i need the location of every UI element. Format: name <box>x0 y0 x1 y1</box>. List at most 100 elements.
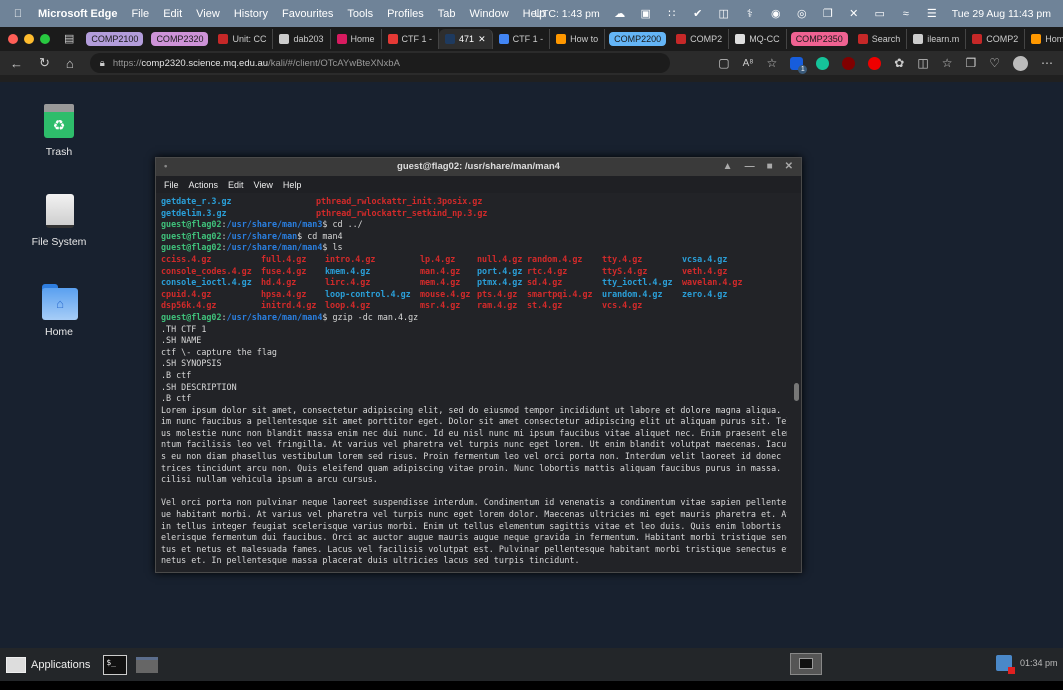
apple-icon[interactable]:  <box>12 8 24 20</box>
read-aloud-icon[interactable]: A⁸ <box>743 58 754 69</box>
extensions-icon[interactable]: ✿ <box>894 56 904 70</box>
layout-icon[interactable]: ◫ <box>718 8 730 20</box>
more-menu-icon[interactable]: ⋯ <box>1041 56 1053 70</box>
menubar-datetime[interactable]: Tue 29 Aug 11:43 pm <box>952 8 1051 20</box>
menubar-tab[interactable]: Tab <box>438 8 456 20</box>
ublock-extension-icon[interactable] <box>842 56 856 70</box>
shade-icon[interactable]: ▲ <box>723 158 733 176</box>
applications-menu-label[interactable]: Applications <box>31 659 90 671</box>
wifi-icon[interactable]: ≈ <box>900 8 912 20</box>
tab[interactable]: Search <box>852 29 908 49</box>
maximize-icon[interactable]: ■ <box>767 158 773 176</box>
tab-favicon-icon <box>556 34 567 44</box>
target-icon[interactable]: ◎ <box>796 8 808 20</box>
terminal-menu-actions[interactable]: Actions <box>189 180 219 190</box>
window-menu-icon[interactable]: • <box>164 158 167 176</box>
tab-group-chip[interactable]: COMP2350 <box>790 32 848 46</box>
tab[interactable]: Home P <box>1025 29 1063 49</box>
minimize-window-button[interactable] <box>24 34 34 44</box>
desktop-icon-home[interactable]: ⌂ Home <box>19 284 99 338</box>
menubar-history[interactable]: History <box>234 8 268 20</box>
favorite-star-icon[interactable]: ☆ <box>767 56 778 70</box>
file-manager-launcher-icon[interactable] <box>136 656 159 673</box>
terminal-output[interactable]: getdate_r.3.gz pthread_rwlockattr_init.3p… <box>161 196 787 568</box>
close-tab-icon[interactable]: ✕ <box>478 34 486 45</box>
lock-icon[interactable]: 🔒︎ <box>100 58 105 69</box>
terminal-scrollbar[interactable] <box>794 383 799 401</box>
windows-icon[interactable]: ❐ <box>822 8 834 20</box>
tab[interactable]: COMP2 <box>670 29 730 49</box>
applications-menu-icon[interactable] <box>6 656 26 673</box>
desktop-icon-file-system[interactable]: File System <box>19 194 99 248</box>
split-screen-icon[interactable]: ◫ <box>917 56 928 70</box>
ls-entry: pts.4.gz <box>477 288 518 299</box>
menubar-tools[interactable]: Tools <box>347 8 373 20</box>
utc-clock[interactable]: UTC: 1:43 pm <box>534 8 599 20</box>
terminal-line: getdate_r.3.gz pthread_rwlockattr_init.3p… <box>161 196 787 208</box>
ls-entry: veth.4.gz <box>682 265 728 276</box>
stethoscope-icon[interactable]: ⚕ <box>744 8 756 20</box>
menubar-window[interactable]: Window <box>470 8 509 20</box>
tab[interactable]: dab203 <box>273 29 331 49</box>
refresh-icon[interactable]: ↻ <box>39 55 50 71</box>
control-center-icon[interactable]: ☰ <box>926 8 938 20</box>
mute-icon[interactable]: ✕ <box>848 8 860 20</box>
youtube-extension-icon[interactable] <box>868 56 882 70</box>
desktop-icon-trash[interactable]: ♻ Trash <box>19 104 99 158</box>
minimize-icon[interactable]: — <box>745 158 755 176</box>
prompt-command: $ ls <box>322 242 343 253</box>
tab[interactable]: Home <box>331 29 382 49</box>
menubar-profiles[interactable]: Profiles <box>387 8 424 20</box>
collections-icon[interactable]: ❐ <box>965 56 976 70</box>
menubar-edit[interactable]: Edit <box>163 8 182 20</box>
zoom-window-button[interactable] <box>40 34 50 44</box>
close-icon[interactable]: ✕ <box>785 158 793 176</box>
terminal-prompt-line: guest@flag02:/usr/share/man$ cd man4 <box>161 231 787 243</box>
outlook-icon[interactable]: ▣ <box>640 8 652 20</box>
tab[interactable]: CTF 1 - <box>493 29 551 49</box>
terminal-menu-help[interactable]: Help <box>283 180 302 190</box>
check-circle-icon[interactable]: ✔ <box>692 8 704 20</box>
cloud-icon[interactable]: ☁ <box>614 8 626 20</box>
desktop-icon-label: File System <box>31 236 87 248</box>
profile-avatar[interactable] <box>1013 55 1028 71</box>
menubar-view[interactable]: View <box>196 8 220 20</box>
record-icon[interactable]: ◉ <box>770 8 782 20</box>
favorites-icon[interactable]: ☆ <box>942 56 953 70</box>
tab-group-chip[interactable]: COMP2320 <box>151 32 209 46</box>
terminal-menu-edit[interactable]: Edit <box>228 180 244 190</box>
tab-actions-icon[interactable]: ▤ <box>64 33 74 45</box>
grid-icon[interactable]: ∷ <box>666 8 678 20</box>
tab-group-chip[interactable]: COMP2100 <box>86 32 144 46</box>
home-icon[interactable]: ⌂ <box>66 56 74 71</box>
menubar-app-name[interactable]: Microsoft Edge <box>38 8 117 20</box>
url-scheme: https:// <box>112 57 142 69</box>
tab[interactable]: CTF 1 - <box>382 29 440 49</box>
network-disconnected-icon[interactable] <box>996 655 1015 674</box>
app-available-icon[interactable]: ▢ <box>718 56 729 70</box>
grammarly-extension-icon[interactable] <box>816 56 830 70</box>
browser-essentials-icon[interactable]: ♡ <box>989 56 1000 70</box>
tab[interactable]: COMP2 <box>966 29 1026 49</box>
taskbar-terminal-window-button[interactable] <box>790 653 822 675</box>
terminal-launcher-icon[interactable]: $_ <box>103 654 128 675</box>
tab[interactable]: MQ-CC <box>729 29 787 49</box>
terminal-menu-view[interactable]: View <box>254 180 273 190</box>
taskbar-clock[interactable]: 01:34 pm <box>1020 658 1058 668</box>
tab-active[interactable]: 471 ✕ <box>439 29 493 49</box>
url-bar[interactable]: 🔒︎ https://comp2320.science.mq.edu.au/ka… <box>89 53 670 73</box>
battery-icon[interactable]: ▭ <box>874 8 886 20</box>
terminal-menu-file[interactable]: File <box>164 180 179 190</box>
tab[interactable]: ilearn.m <box>907 29 967 49</box>
ls-entry: msr.4.gz <box>420 300 461 311</box>
tab[interactable]: How to <box>550 29 606 49</box>
tab-group-chip[interactable]: COMP2200 <box>609 32 667 46</box>
ls-entry: man.4.gz <box>420 265 461 276</box>
menubar-file[interactable]: File <box>131 8 149 20</box>
back-icon[interactable]: ← <box>10 56 23 71</box>
menubar-favourites[interactable]: Favourites <box>282 8 333 20</box>
close-window-button[interactable] <box>8 34 18 44</box>
bitwarden-extension-icon[interactable]: 1 <box>790 56 808 74</box>
terminal-titlebar[interactable]: • guest@flag02: /usr/share/man/man4 ▲ — … <box>156 158 801 176</box>
tab[interactable]: Unit: CC <box>212 29 274 49</box>
